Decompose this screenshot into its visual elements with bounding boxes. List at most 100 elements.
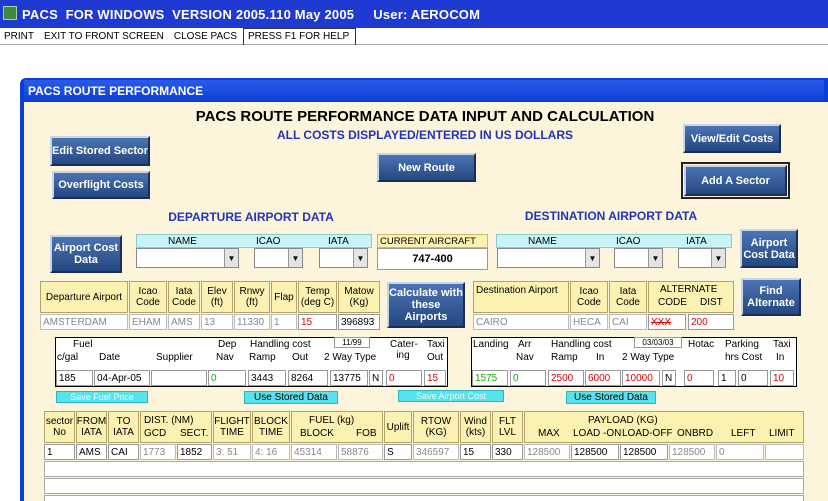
app-title: PACS FOR WINDOWS VERSION 2005.110 May 20…: [22, 6, 481, 22]
chevron-down-icon[interactable]: ▼: [353, 249, 367, 267]
departure-icao-label: ICAO: [256, 236, 281, 247]
parking-hrs-input[interactable]: 1: [718, 370, 736, 386]
use-stored-data-departure-button[interactable]: Use Stored Data: [244, 391, 338, 404]
dest-alt-dist-input[interactable]: 200: [688, 314, 734, 330]
app-titlebar: PACS FOR WINDOWS VERSION 2005.110 May 20…: [0, 0, 828, 28]
overflight-costs-button[interactable]: Overflight Costs: [52, 171, 150, 199]
dep-taxi-input[interactable]: 15: [424, 370, 446, 386]
table-row-flt-lvl[interactable]: 330: [492, 444, 523, 460]
destination-icao-combo[interactable]: ▼: [614, 248, 663, 268]
dep-matow-value: 396893: [338, 314, 380, 330]
col-flt-lvl: FLT LVL: [492, 411, 523, 443]
dest-in-input[interactable]: 6000: [585, 370, 621, 386]
dest-ramp-input[interactable]: 2500: [548, 370, 584, 386]
col-gcd-label: GCD: [144, 428, 167, 439]
departure-airport-cost-button[interactable]: Airport Cost Data: [50, 235, 122, 273]
col-max-label: MAX: [538, 428, 560, 439]
dep-out-input[interactable]: 8264: [288, 370, 328, 386]
table-row-sect[interactable]: 1852: [177, 444, 212, 460]
save-airport-cost-button[interactable]: Save Airport Cost: [398, 390, 504, 402]
dest-type-input[interactable]: N: [662, 370, 676, 386]
dest-ramp-label: Ramp: [551, 352, 578, 363]
new-route-button[interactable]: New Route: [377, 153, 476, 182]
parking-cost-input[interactable]: 0: [738, 370, 768, 386]
arr-nav-input[interactable]: 0: [510, 370, 546, 386]
find-alternate-button[interactable]: Find Alternate: [741, 278, 801, 316]
dest-taxi-in-label: In: [776, 352, 785, 363]
menu-help[interactable]: PRESS F1 FOR HELP: [243, 28, 357, 45]
menu-print[interactable]: PRINT: [0, 31, 40, 42]
table-row-block-time: 4: 16: [252, 444, 290, 460]
destination-name-combo[interactable]: ▼: [497, 248, 600, 268]
dep-nav-input[interactable]: 0: [208, 370, 246, 386]
table-row-from[interactable]: AMS: [76, 444, 107, 460]
dest-alternate-label: ALTERNATE: [660, 284, 718, 295]
window-title: PACS ROUTE PERFORMANCE: [24, 80, 824, 102]
col-fuel-label: FUEL (kg): [309, 415, 355, 426]
dep-taxi-label: Taxi: [427, 339, 445, 350]
fuel-cgal-input[interactable]: 185: [56, 370, 93, 386]
menu-exit[interactable]: EXIT TO FRONT SCREEN: [40, 31, 170, 42]
dep-iata-value: AMS: [168, 314, 200, 330]
departure-iata-combo[interactable]: ▼: [319, 248, 368, 268]
calculate-airports-button[interactable]: Calculate with these Airports: [387, 282, 465, 328]
table-row-empty[interactable]: [44, 461, 804, 477]
dest-alt-code-label: CODE: [658, 297, 687, 308]
dep-2way-input[interactable]: 13775: [330, 370, 368, 386]
chevron-down-icon[interactable]: ▼: [648, 249, 662, 267]
destination-airport-cost-button[interactable]: Airport Cost Data: [740, 229, 798, 268]
save-fuel-price-button[interactable]: Save Fuel Price: [56, 391, 148, 403]
menu-close-pacs[interactable]: CLOSE PACS: [170, 31, 243, 42]
dep-airport-value: AMSTERDAM: [40, 314, 128, 330]
catering-input[interactable]: 0: [386, 370, 422, 386]
dep-flap-header: Flap: [271, 281, 297, 313]
col-left-label: LEFT: [731, 428, 756, 439]
dest-handling-date: 03/03/03: [634, 337, 682, 348]
table-row-empty[interactable]: [44, 495, 804, 501]
dep-ramp-input[interactable]: 3443: [248, 370, 286, 386]
dest-2way-label: 2 Way Type: [622, 352, 675, 363]
dest-handling-label: Handling cost: [551, 339, 612, 350]
departure-icao-combo[interactable]: ▼: [254, 248, 303, 268]
col-rtow: RTOW (KG): [413, 411, 459, 443]
dest-taxi-input[interactable]: 10: [770, 370, 794, 386]
table-row-load-off[interactable]: 128500: [620, 444, 668, 460]
departure-name-combo[interactable]: ▼: [136, 248, 239, 268]
arr-label: Arr: [518, 339, 532, 350]
parking-label: Parking: [725, 339, 759, 350]
destination-iata-combo[interactable]: ▼: [678, 248, 726, 268]
table-row-fob: 58876: [338, 444, 383, 460]
chevron-down-icon[interactable]: ▼: [224, 249, 238, 267]
dest-icao-header: Icao Code: [570, 281, 608, 313]
dep-iata-header: Iata Code: [168, 281, 200, 313]
dest-iata-header: Iata Code: [609, 281, 647, 313]
edit-stored-sector-button[interactable]: Edit Stored Sector: [50, 136, 150, 166]
dest-alt-code-input[interactable]: XXX: [648, 314, 686, 330]
table-row-sector[interactable]: 1: [44, 444, 75, 460]
departure-iata-label: IATA: [328, 236, 349, 247]
chevron-down-icon[interactable]: ▼: [288, 249, 302, 267]
table-row-wind[interactable]: 15: [460, 444, 491, 460]
landing-input[interactable]: 1575: [472, 370, 508, 386]
table-row-uplift[interactable]: S: [384, 444, 412, 460]
chevron-down-icon[interactable]: ▼: [585, 249, 599, 267]
view-edit-costs-button[interactable]: View/Edit Costs: [683, 124, 781, 153]
destination-icao-label: ICAO: [616, 236, 641, 247]
add-sector-button[interactable]: Add A Sector: [681, 162, 790, 199]
table-row-load-on[interactable]: 128500: [571, 444, 619, 460]
col-wind: Wind (kts): [460, 411, 491, 443]
fuel-supplier-input[interactable]: [151, 370, 207, 386]
hotac-label: Hotac: [688, 339, 715, 350]
table-row-empty[interactable]: [44, 478, 804, 494]
supplier-label: Supplier: [156, 352, 193, 363]
chevron-down-icon[interactable]: ▼: [711, 249, 725, 267]
dest-2way-input[interactable]: 10000: [622, 370, 660, 386]
hotac-input[interactable]: 0: [684, 370, 714, 386]
destination-section-title: DESTINATION AIRPORT DATA: [524, 209, 698, 223]
use-stored-data-destination-button[interactable]: Use Stored Data: [566, 391, 656, 404]
dep-type-input[interactable]: N: [369, 370, 383, 386]
dep-temp-input[interactable]: 15: [298, 314, 337, 330]
table-row-to[interactable]: CAI: [108, 444, 139, 460]
hrs-cost-label: hrs Cost: [725, 352, 763, 363]
fuel-date-input[interactable]: 04-Apr-05: [94, 370, 150, 386]
